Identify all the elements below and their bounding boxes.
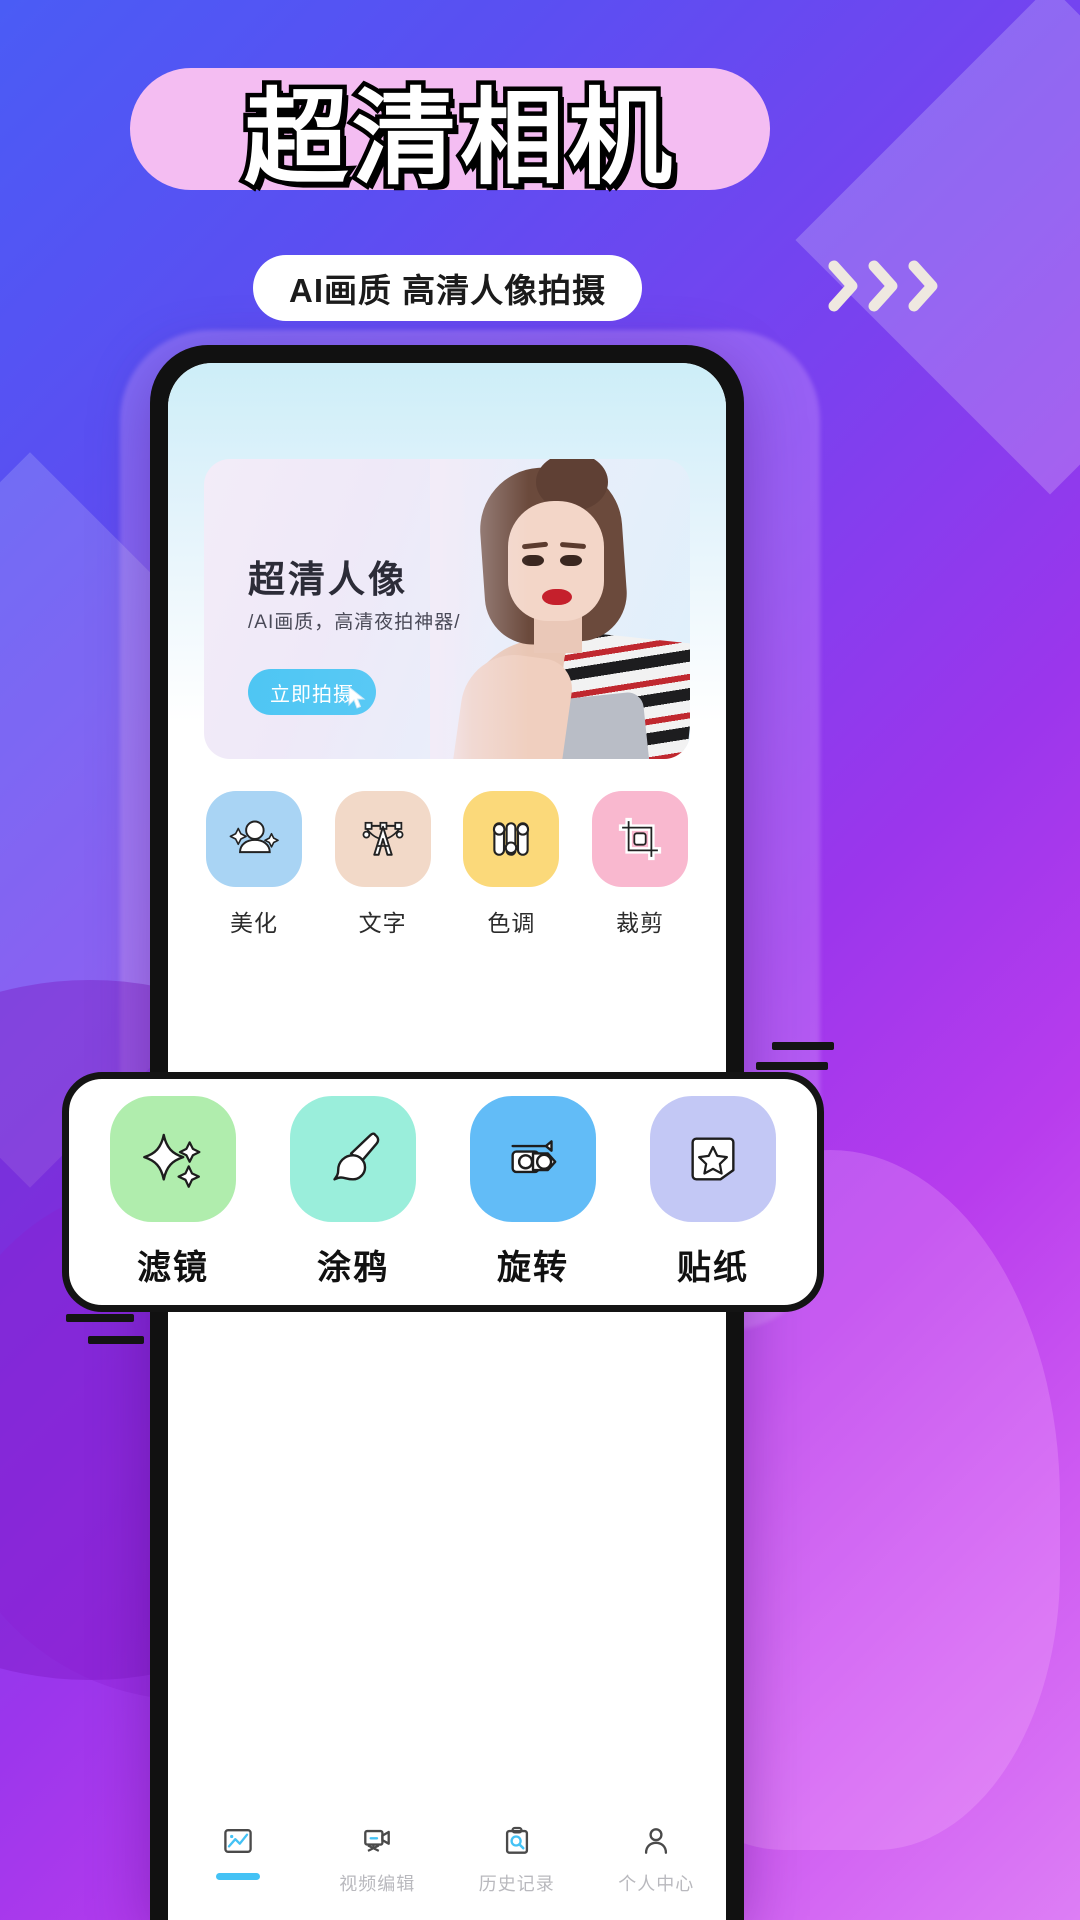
clipboard-search-icon <box>496 1820 538 1862</box>
feature-label: 色调 <box>487 910 536 936</box>
feature-label: 裁剪 <box>615 910 664 936</box>
decorative-dashes-bottom-left <box>66 1314 144 1344</box>
tab-label: 历史记录 <box>478 1874 555 1894</box>
rotate-camera-icon <box>470 1095 596 1222</box>
background-wedge-right <box>795 0 1080 495</box>
overlay-item-sticker[interactable]: 贴纸 <box>629 1095 797 1289</box>
hero-title: 超清人像 <box>248 559 408 600</box>
tab-history[interactable]: 历史记录 <box>461 1820 573 1896</box>
tab-photo[interactable] <box>182 1820 294 1880</box>
overlay-item-label: 贴纸 <box>677 1248 749 1287</box>
feature-label: 文字 <box>358 910 407 936</box>
tools-overlay-card: 滤镜 涂鸦 旋转 贴纸 <box>62 1072 824 1312</box>
tab-video-edit[interactable]: 视频编辑 <box>321 1820 433 1896</box>
star-sticker-icon <box>650 1095 776 1222</box>
chevron-right-icon <box>826 258 860 314</box>
tab-label: 视频编辑 <box>339 1874 416 1894</box>
bottom-tab-bar: 视频编辑 历史记录 个人中心 <box>168 1802 726 1920</box>
user-profile-icon <box>635 1820 677 1862</box>
tab-profile[interactable]: 个人中心 <box>600 1820 712 1896</box>
text-pen-tool-icon <box>334 791 431 887</box>
tab-active-indicator <box>215 1873 260 1880</box>
decorative-dashes-top-right <box>756 1042 834 1070</box>
overlay-item-rotate[interactable]: 旋转 <box>449 1095 617 1289</box>
cursor-pointer-icon <box>346 685 368 711</box>
subtitle-pill: AI画质 高清人像拍摄 <box>253 255 643 321</box>
chevron-right-icon <box>866 258 900 314</box>
crop-icon <box>591 791 688 887</box>
chevron-right-icon <box>906 258 940 314</box>
feature-item-tone[interactable]: 色调 <box>455 791 567 938</box>
sparkle-filter-icon <box>110 1095 236 1222</box>
portrait-model-photo <box>430 459 690 759</box>
feature-item-text[interactable]: 文字 <box>327 791 439 938</box>
overlay-item-doodle[interactable]: 涂鸦 <box>269 1095 437 1289</box>
video-camera-icon <box>356 1820 398 1862</box>
overlay-item-label: 旋转 <box>497 1248 569 1287</box>
feature-item-crop[interactable]: 裁剪 <box>584 791 696 938</box>
beautify-person-sparkle-icon <box>206 791 302 887</box>
take-photo-button-label: 立即拍摄 <box>270 683 354 706</box>
tab-label: 个人中心 <box>618 1874 695 1894</box>
page-title: 超清相机 <box>239 76 676 201</box>
quick-feature-row: 美化 文字 色调 裁剪 <box>198 791 696 938</box>
hero-subtitle: /AI画质，高清夜拍神器/ <box>248 612 461 633</box>
overlay-item-label: 涂鸦 <box>317 1248 389 1287</box>
feature-item-beautify[interactable]: 美化 <box>198 791 310 938</box>
color-sliders-icon <box>463 791 560 887</box>
overlay-item-filter[interactable]: 滤镜 <box>89 1095 257 1289</box>
take-photo-button[interactable]: 立即拍摄 <box>248 669 376 715</box>
hero-card[interactable]: 超清人像 /AI画质，高清夜拍神器/ 立即拍摄 <box>204 459 690 759</box>
paint-brush-icon <box>290 1095 416 1222</box>
overlay-item-label: 滤镜 <box>137 1248 209 1287</box>
feature-label: 美化 <box>230 910 278 936</box>
photo-chart-icon <box>217 1820 259 1862</box>
chevron-right-triple-icon <box>826 258 940 314</box>
